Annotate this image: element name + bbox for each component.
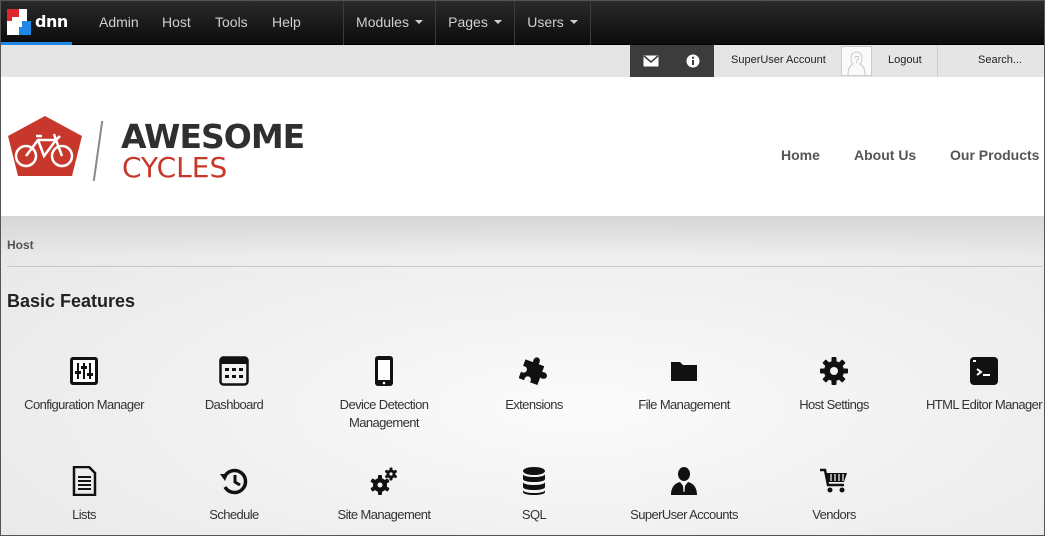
dnn-logo-text: dnn [35, 12, 68, 31]
feature-label: Extensions [505, 397, 563, 412]
chevron-down-icon [414, 20, 423, 24]
history-clock-icon [220, 468, 248, 495]
feature-html-editor-manager[interactable]: HTML Editor Manager [909, 356, 1044, 414]
feature-label: Configuration Manager [24, 397, 144, 412]
feature-device-detection-management[interactable]: Device Detection Management [309, 356, 459, 432]
gear-icon [820, 357, 848, 385]
content-shade [1, 216, 1044, 256]
feature-sql[interactable]: SQL [459, 466, 609, 524]
feature-schedule[interactable]: Schedule [159, 466, 309, 524]
chevron-down-icon [569, 20, 578, 24]
page-title: Basic Features [7, 291, 136, 311]
puzzle-icon [519, 357, 547, 386]
gears-icon [370, 467, 398, 495]
account-link[interactable]: SuperUser Account [731, 54, 826, 66]
brand-name-line2: CYCLES [122, 151, 228, 184]
feature-label: Dashboard [204, 397, 264, 412]
main-content: Host Basic Features Configuration Manage… [1, 216, 1044, 535]
site-header: AWESOME CYCLES Home About Us Our Product… [1, 77, 1044, 216]
menu-help[interactable]: Help [272, 14, 301, 30]
menu-tools[interactable]: Tools [215, 14, 248, 30]
breadcrumb[interactable]: Host [7, 238, 34, 252]
avatar-placeholder-icon: ? [847, 51, 866, 76]
envelope-icon[interactable] [643, 54, 659, 68]
notification-icons [630, 45, 714, 77]
feature-label: Host Settings [799, 397, 869, 412]
menu-host[interactable]: Host [162, 14, 191, 30]
nav-our-products[interactable]: Our Products [950, 147, 1039, 163]
bicycle-logo-icon[interactable] [6, 114, 84, 180]
users-dropdown-label: Users [527, 14, 564, 30]
feature-label: Schedule [209, 507, 259, 522]
nav-home[interactable]: Home [781, 147, 820, 163]
feature-label: File Management [638, 397, 730, 412]
page-frame: dnn Admin Host Tools Help Modules Pages … [0, 0, 1045, 536]
logout-link[interactable]: Logout [888, 54, 922, 66]
chevron-down-icon [493, 20, 502, 24]
menu-admin[interactable]: Admin [99, 14, 139, 30]
feature-label: Lists [72, 507, 96, 522]
feature-lists[interactable]: Lists [9, 466, 159, 524]
feature-dashboard[interactable]: Dashboard [159, 356, 309, 414]
dashboard-icon [219, 356, 249, 386]
feature-label: SQL [521, 507, 547, 522]
feature-host-settings[interactable]: Host Settings [759, 356, 909, 414]
user-icon [671, 467, 697, 495]
pages-dropdown[interactable]: Pages [435, 1, 514, 45]
info-icon[interactable] [685, 54, 701, 68]
feature-site-management[interactable]: Site Management [309, 466, 459, 524]
list-document-icon [72, 466, 97, 496]
divider [7, 266, 1042, 267]
modules-dropdown[interactable]: Modules [343, 1, 435, 45]
mobile-device-icon [375, 356, 393, 386]
feature-superuser-accounts[interactable]: SuperUser Accounts [609, 466, 759, 524]
feature-file-management[interactable]: File Management [609, 356, 759, 414]
nav-about-us[interactable]: About Us [854, 147, 916, 163]
user-bar: SuperUser Account ? Logout Search... [1, 45, 1044, 77]
database-icon [523, 467, 545, 495]
brand-divider [92, 121, 104, 181]
feature-label: HTML Editor Manager [926, 397, 1043, 412]
pages-dropdown-label: Pages [448, 14, 488, 30]
folder-icon [671, 362, 697, 381]
avatar[interactable]: ? [841, 46, 872, 76]
dnn-logo-icon [7, 9, 31, 35]
users-dropdown[interactable]: Users [514, 1, 591, 45]
search-link[interactable]: Search... [978, 54, 1022, 66]
dnn-logo[interactable]: dnn [1, 1, 72, 45]
divider [937, 45, 938, 77]
feature-configuration-manager[interactable]: Configuration Manager [9, 356, 159, 414]
terminal-icon [970, 357, 998, 385]
svg-text:?: ? [854, 55, 860, 66]
feature-label: Vendors [812, 507, 856, 522]
feature-label: Device Detection Management [339, 397, 429, 430]
cart-icon [820, 468, 847, 493]
feature-vendors[interactable]: Vendors [759, 466, 909, 524]
feature-extensions[interactable]: Extensions [459, 356, 609, 414]
control-bar: dnn Admin Host Tools Help Modules Pages … [1, 1, 1044, 45]
feature-label: SuperUser Accounts [630, 507, 738, 522]
feature-label: Site Management [337, 507, 432, 522]
sliders-icon [70, 357, 98, 385]
modules-dropdown-label: Modules [356, 14, 409, 30]
